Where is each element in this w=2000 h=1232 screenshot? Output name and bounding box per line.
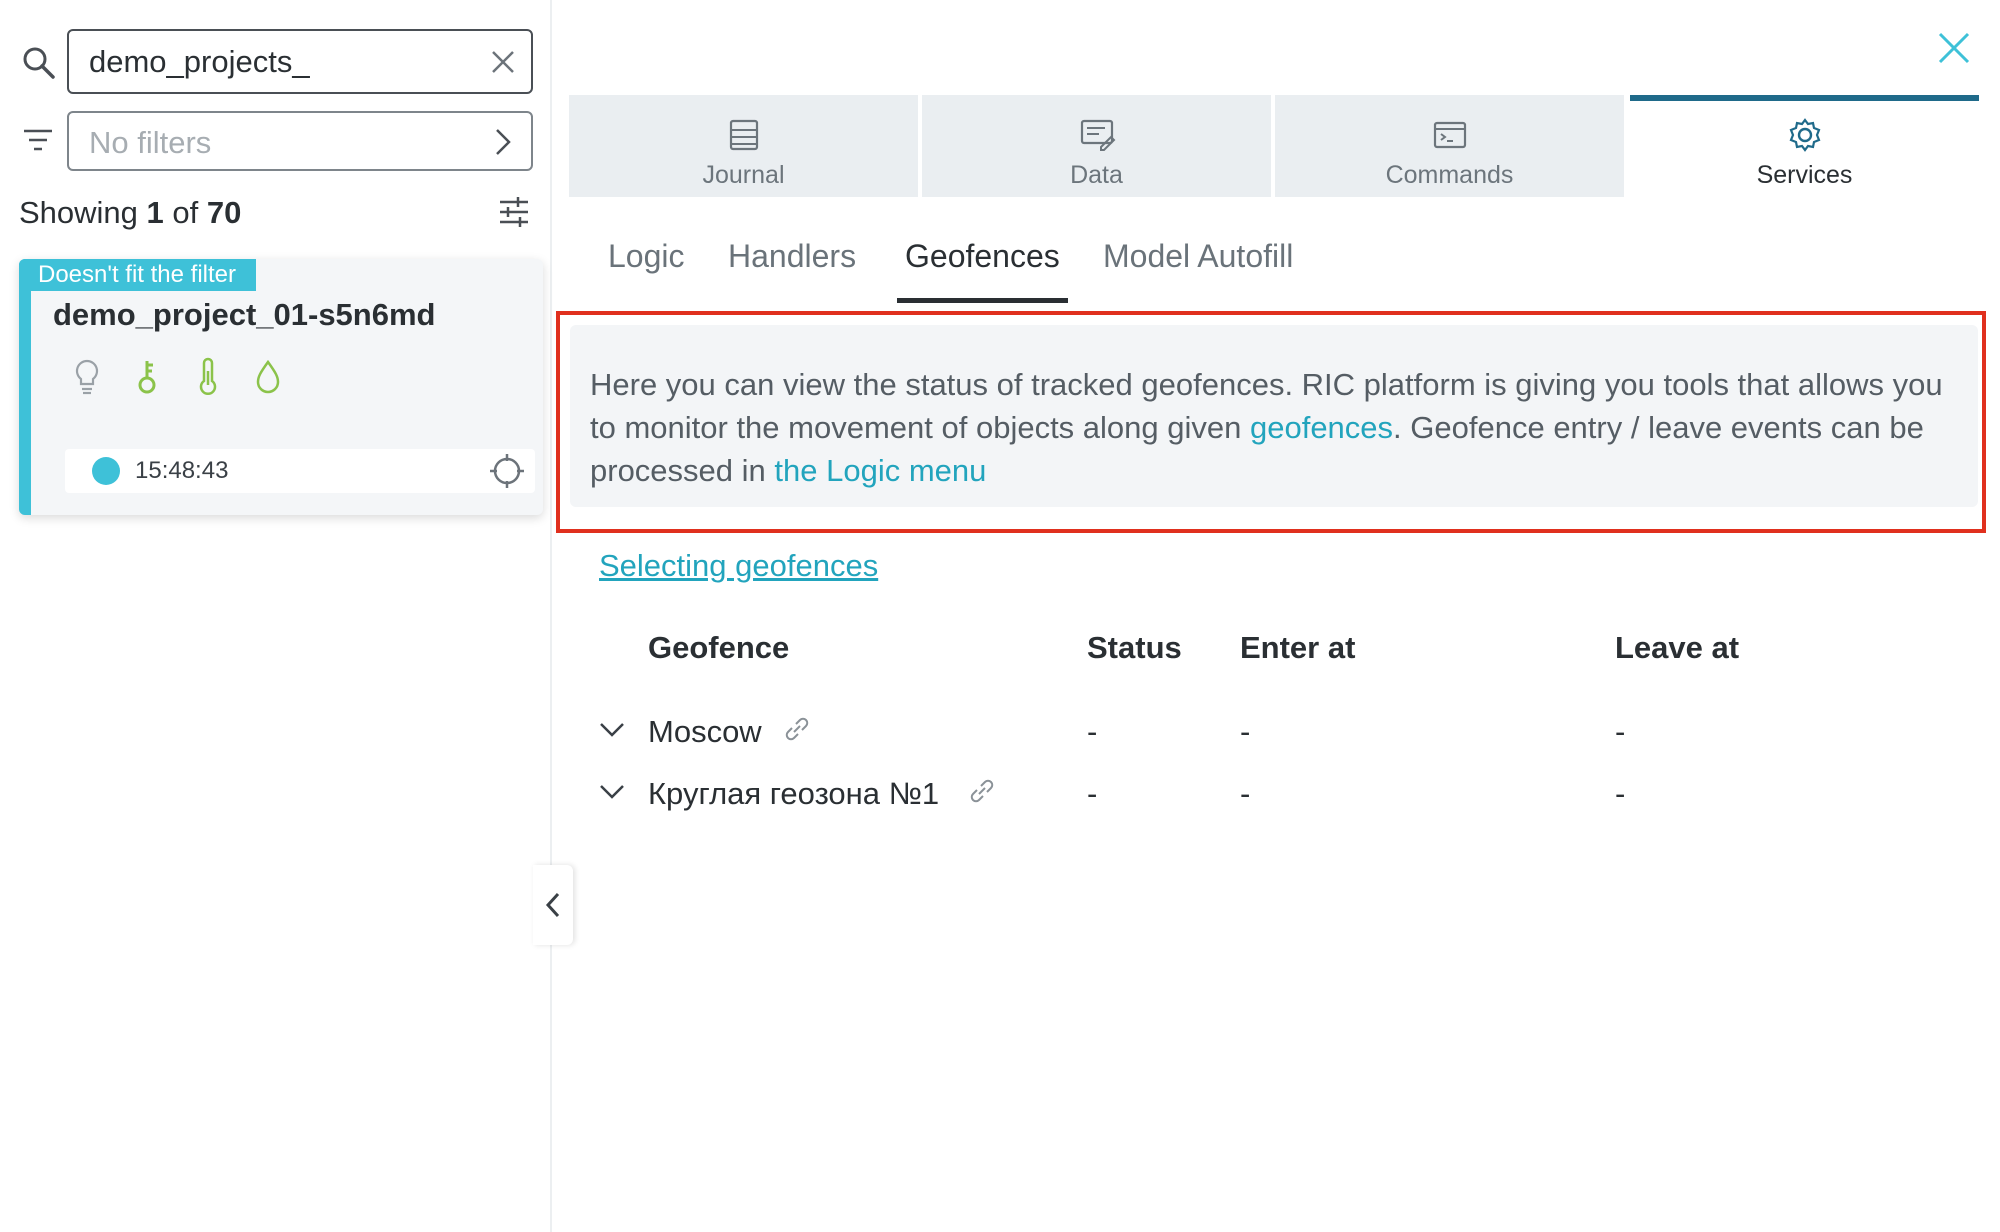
journal-icon — [729, 119, 758, 151]
tab-commands-label: Commands — [1385, 161, 1514, 189]
device-status-bar: 15:48:43 — [65, 449, 535, 493]
geofence-status: - — [1087, 776, 1098, 811]
tab-data-label: Data — [1070, 161, 1123, 189]
search-input[interactable] — [89, 43, 469, 81]
col-header-status: Status — [1087, 630, 1182, 665]
results-count: Showing 1 of 70 — [19, 195, 242, 230]
close-icon[interactable] — [1937, 31, 1971, 65]
tab-journal[interactable]: Journal — [569, 95, 918, 197]
filter-placeholder: No filters — [89, 125, 212, 160]
device-sensor-icons — [69, 357, 306, 397]
search-box[interactable] — [67, 29, 533, 94]
thermometer-icon — [190, 357, 226, 397]
last-seen-time: 15:48:43 — [135, 457, 229, 484]
clear-icon[interactable] — [489, 48, 517, 76]
device-list-panel: No filters Showing 1 of 70 Doesn't fit t… — [0, 0, 552, 1232]
filter-field[interactable]: No filters — [67, 111, 533, 171]
sort-settings-icon[interactable] — [498, 197, 530, 227]
tab-data[interactable]: Data — [922, 95, 1271, 197]
filter-icon[interactable] — [22, 127, 54, 153]
subtab-model-autofill[interactable]: Model Autofill — [1103, 238, 1293, 304]
geofence-enter-at: - — [1240, 776, 1251, 811]
subtab-geofences[interactable]: Geofences — [897, 238, 1068, 304]
geofence-status: - — [1087, 714, 1098, 749]
drop-icon — [250, 357, 286, 397]
col-header-geofence: Geofence — [648, 630, 790, 665]
link-icon[interactable] — [782, 714, 812, 744]
active-tab-underline — [897, 298, 1068, 303]
chevron-down-icon[interactable] — [599, 782, 625, 802]
col-header-enter-at: Enter at — [1240, 630, 1356, 665]
search-icon — [23, 47, 55, 79]
key-icon — [129, 357, 165, 397]
filter-mismatch-badge: Doesn't fit the filter — [19, 259, 256, 291]
chevron-right-icon — [496, 129, 511, 155]
table-row: Круглая геозона №1 - - - — [599, 770, 1979, 820]
terminal-icon — [1433, 121, 1466, 149]
geofence-leave-at: - — [1615, 714, 1626, 749]
gear-icon — [1789, 118, 1820, 152]
geofence-name: Moscow — [648, 714, 762, 749]
subtab-handlers[interactable]: Handlers — [728, 238, 856, 304]
info-text: Here you can view the status of tracked … — [590, 367, 1943, 488]
subtab-logic[interactable]: Logic — [608, 238, 685, 304]
geofence-enter-at: - — [1240, 714, 1251, 749]
tab-services-label: Services — [1756, 161, 1853, 189]
logic-menu-link[interactable]: the Logic menu — [774, 453, 986, 488]
selecting-geofences-link[interactable]: Selecting geofences — [599, 548, 878, 584]
device-card[interactable]: Doesn't fit the filter demo_project_01-s… — [19, 259, 543, 515]
tab-services[interactable]: Services — [1630, 95, 1979, 197]
geofences-info-box: Here you can view the status of tracked … — [570, 325, 1978, 507]
main-tabs: Journal Data Commands Services — [569, 95, 1979, 197]
lightbulb-icon — [69, 357, 105, 397]
chevron-left-icon — [545, 892, 560, 918]
col-header-leave-at: Leave at — [1615, 630, 1740, 665]
device-name: demo_project_01-s5n6md — [53, 297, 436, 332]
geofence-name: Круглая геозона №1 — [648, 776, 940, 811]
table-row: Moscow - - - — [599, 708, 1979, 758]
link-icon[interactable] — [967, 776, 997, 806]
subtab-geofences-label: Geofences — [905, 238, 1060, 274]
chevron-down-icon[interactable] — [599, 720, 625, 740]
online-status-dot — [92, 457, 120, 485]
geofence-leave-at: - — [1615, 776, 1626, 811]
geofences-link[interactable]: geofences — [1250, 410, 1393, 445]
collapse-panel-button[interactable] — [533, 865, 573, 945]
tab-commands[interactable]: Commands — [1275, 95, 1624, 197]
locate-icon[interactable] — [489, 453, 525, 489]
data-icon — [1080, 119, 1115, 151]
tab-journal-label: Journal — [702, 161, 785, 189]
